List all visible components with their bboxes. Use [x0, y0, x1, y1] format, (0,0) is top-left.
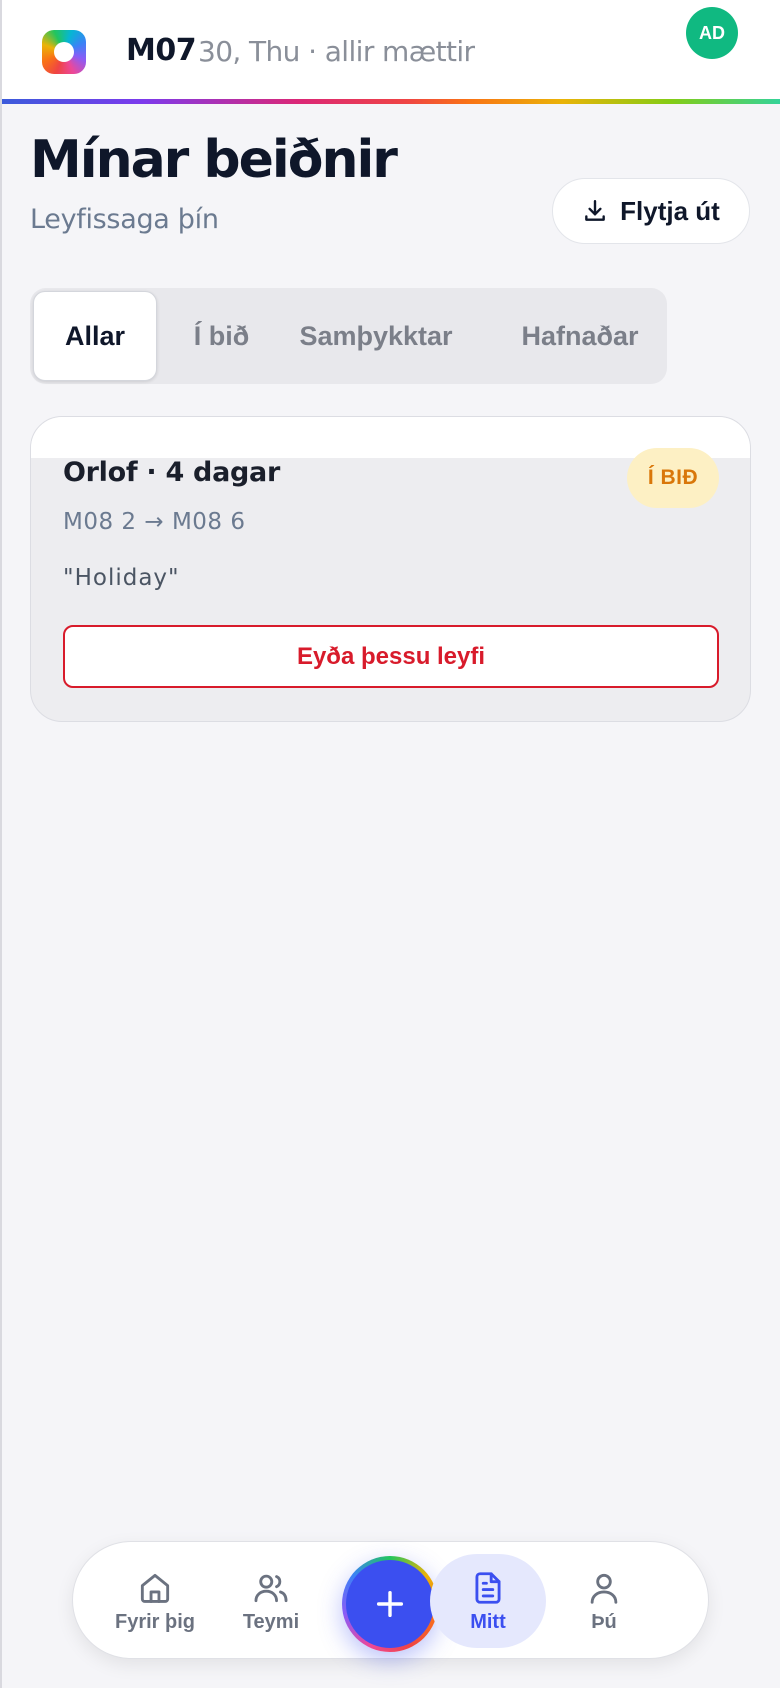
users-icon [254, 1574, 288, 1602]
header-status-info: 30, Thu · allir mættir [198, 35, 475, 68]
tab-all[interactable]: Allar [33, 291, 157, 381]
nav-item-you[interactable]: Þú [546, 1554, 662, 1648]
document-icon [475, 1571, 501, 1604]
nav-item-team[interactable]: Teymi [213, 1554, 329, 1648]
tab-pending[interactable]: Í bið [160, 291, 283, 381]
add-request-button[interactable] [342, 1556, 438, 1652]
tab-rejected[interactable]: Hafnaðar [498, 291, 662, 381]
user-icon [590, 1573, 618, 1604]
nav-label-you: Þú [591, 1610, 617, 1633]
download-icon [585, 200, 606, 221]
add-request-button-inner [346, 1560, 434, 1648]
page-subtitle: Leyfissaga þín [30, 204, 219, 235]
request-title: Orlof · 4 dagar [63, 457, 280, 488]
home-icon [140, 1573, 170, 1603]
nav-item-mine[interactable]: Mitt [430, 1554, 546, 1648]
tab-approved[interactable]: Samþykktar [284, 291, 468, 381]
leave-request-card: Orlof · 4 dagar Í BIÐ M08 2 → M08 6 "Hol… [30, 416, 751, 722]
header-month: M07 [126, 33, 197, 68]
nav-label-team: Teymi [242, 1610, 300, 1633]
plus-icon [376, 1590, 404, 1618]
status-tabs: Allar Í bið Samþykktar Hafnaðar [30, 288, 667, 384]
bottom-navigation: Fyrir þig Teymi Mitt Þú [72, 1541, 709, 1659]
export-button-label: Flytja út [620, 195, 720, 226]
request-reason: "Holiday" [63, 565, 180, 591]
delete-request-button[interactable]: Eyða þessu leyfi [63, 625, 719, 688]
nav-label-mine: Mitt [470, 1610, 506, 1633]
nav-item-for-you[interactable]: Fyrir þig [97, 1554, 213, 1648]
request-date-range: M08 2 → M08 6 [63, 509, 246, 535]
page-title: Mínar beiðnir [30, 130, 398, 190]
window-edge [0, 0, 2, 1688]
nav-label-for-you: Fyrir þig [114, 1610, 195, 1633]
status-badge: Í BIÐ [627, 448, 719, 508]
header-gradient-bar [2, 99, 780, 104]
avatar[interactable]: AD [686, 7, 738, 59]
export-button[interactable]: Flytja út [552, 178, 750, 244]
app-logo[interactable] [42, 30, 86, 74]
